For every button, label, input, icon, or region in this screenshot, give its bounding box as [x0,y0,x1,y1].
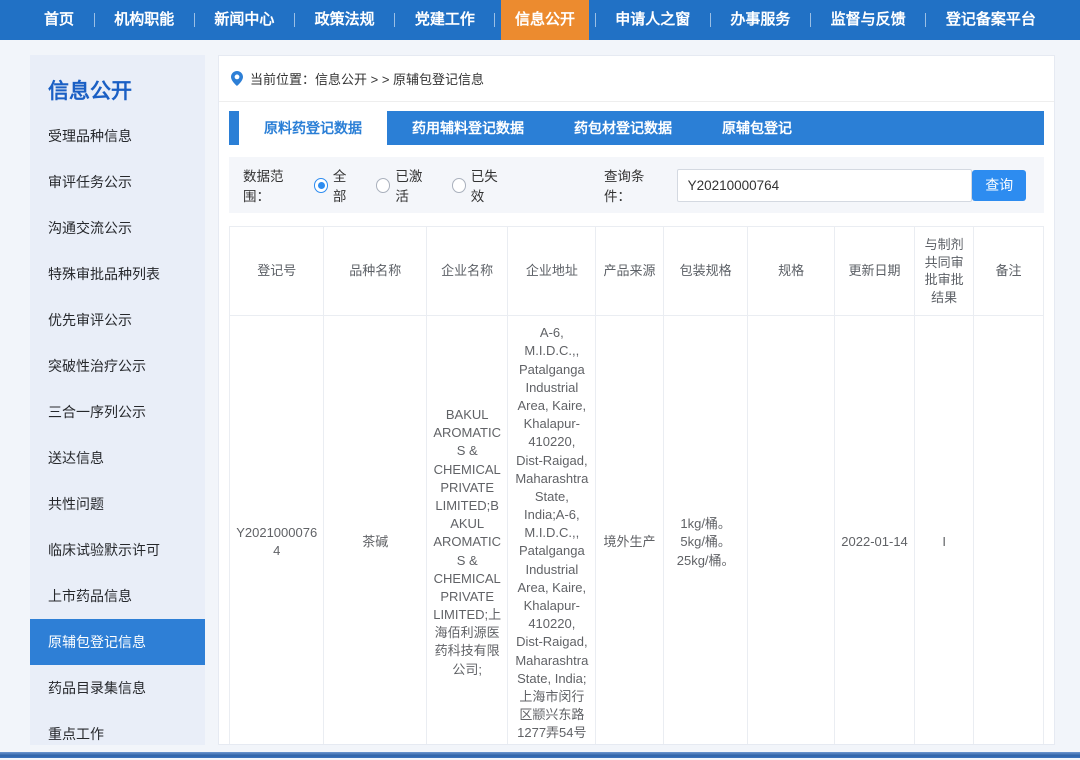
col-header-update-date: 更新日期 [834,227,915,316]
nav-item-services[interactable]: 办事服务 [716,0,804,40]
sidebar-item-breakthrough-therapy[interactable]: 突破性治疗公示 [30,343,205,389]
sidebar-item-communication[interactable]: 沟通交流公示 [30,205,205,251]
location-pin-icon [231,71,243,86]
sidebar-item-clinical-trial-license[interactable]: 临床试验默示许可 [30,527,205,573]
nav-item-functions[interactable]: 机构职能 [100,0,188,40]
nav-separator [94,13,95,27]
col-header-remarks: 备注 [973,227,1043,316]
nav-item-policy[interactable]: 政策法规 [301,0,389,40]
nav-item-party[interactable]: 党建工作 [401,0,489,40]
nav-item-home[interactable]: 首页 [30,0,88,40]
nav-separator [595,13,596,27]
nav-separator [294,13,295,27]
cell-registration-no: Y20210000764 [230,316,324,745]
radio-label-activated: 已激活 [395,165,433,205]
tab-bar: 原料药登记数据 药用辅料登记数据 药包材登记数据 原辅包登记 [229,111,1044,145]
nav-separator [925,13,926,27]
tab-api-registration-data[interactable]: 原料药登记数据 [239,111,387,145]
cell-company-name: BAKUL AROMATICS & CHEMICAL PRIVATE LIMIT… [426,316,507,745]
sidebar-item-accepted-varieties[interactable]: 受理品种信息 [30,113,205,159]
radio-option-expired[interactable]: 已失效 [452,165,509,205]
query-input[interactable] [677,169,973,202]
radio-label-expired: 已失效 [471,165,509,205]
registration-table: 登记号 品种名称 企业名称 企业地址 产品来源 包装规格 规格 更新日期 与制剂… [229,226,1044,745]
nav-separator [194,13,195,27]
sidebar-title: 信息公开 [30,55,205,113]
col-header-product-origin: 产品来源 [596,227,664,316]
nav-item-registration-platform[interactable]: 登记备案平台 [932,0,1050,40]
col-header-variety-name: 品种名称 [324,227,427,316]
col-header-registration-no: 登记号 [230,227,324,316]
sidebar-item-three-in-one[interactable]: 三合一序列公示 [30,389,205,435]
sidebar-item-key-work[interactable]: 重点工作 [30,711,205,757]
tab-apiexcipient-registration[interactable]: 原辅包登记 [697,111,817,145]
sidebar-item-priority-review[interactable]: 优先审评公示 [30,297,205,343]
sidebar: 信息公开 受理品种信息 审评任务公示 沟通交流公示 特殊审批品种列表 优先审评公… [30,55,205,745]
table-row: Y20210000764 茶碱 BAKUL AROMATICS & CHEMIC… [230,316,1044,745]
query-condition-label: 查询条件： [604,165,669,205]
sidebar-item-marketed-drugs[interactable]: 上市药品信息 [30,573,205,619]
cell-packaging-spec: 1kg/桶。5kg/桶。25kg/桶。 [663,316,748,745]
radio-label-all: 全部 [333,165,358,205]
tab-excipient-registration-data[interactable]: 药用辅料登记数据 [387,111,549,145]
cell-spec [748,316,834,745]
col-header-company-address: 企业地址 [508,227,596,316]
sidebar-item-drug-catalog[interactable]: 药品目录集信息 [30,665,205,711]
radio-icon-activated[interactable] [376,178,390,193]
nav-separator [810,13,811,27]
radio-icon-all[interactable] [314,178,328,193]
col-header-joint-review-result: 与制剂共同审批审批结果 [915,227,974,316]
main-panel: 当前位置：信息公开 > > 原辅包登记信息 原料药登记数据 药用辅料登记数据 药… [218,55,1055,745]
sidebar-item-common-issues[interactable]: 共性问题 [30,481,205,527]
nav-separator [710,13,711,27]
nav-item-news[interactable]: 新闻中心 [200,0,288,40]
sidebar-item-special-approval[interactable]: 特殊审批品种列表 [30,251,205,297]
sidebar-item-review-tasks[interactable]: 审评任务公示 [30,159,205,205]
sidebar-item-apiexcipient-registration[interactable]: 原辅包登记信息 [30,619,205,665]
scope-label: 数据范围： [243,165,308,205]
breadcrumb-text: 当前位置：信息公开 > > 原辅包登记信息 [250,69,484,88]
tab-packaging-registration-data[interactable]: 药包材登记数据 [549,111,697,145]
cell-remarks [973,316,1043,745]
filter-row: 数据范围： 全部 已激活 已失效 查询条件： 查询 [229,157,1044,213]
cell-product-origin: 境外生产 [596,316,664,745]
nav-item-applicant-window[interactable]: 申请人之窗 [601,0,704,40]
table-header-row: 登记号 品种名称 企业名称 企业地址 产品来源 包装规格 规格 更新日期 与制剂… [230,227,1044,316]
nav-item-info-disclosure[interactable]: 信息公开 [501,0,589,40]
footer-bar [0,752,1080,758]
search-button[interactable]: 查询 [972,170,1026,201]
top-nav: 首页 机构职能 新闻中心 政策法规 党建工作 信息公开 申请人之窗 办事服务 监… [0,0,1080,40]
nav-item-supervision[interactable]: 监督与反馈 [817,0,920,40]
scope-radio-group: 全部 已激活 已失效 [314,165,509,205]
cell-company-address: A-6, M.I.D.C.,, Patalganga Industrial Ar… [508,316,596,745]
cell-update-date: 2022-01-14 [834,316,915,745]
breadcrumb: 当前位置：信息公开 > > 原辅包登记信息 [219,56,1054,102]
radio-option-all[interactable]: 全部 [314,165,359,205]
cell-variety-name: 茶碱 [324,316,427,745]
sidebar-item-delivery-info[interactable]: 送达信息 [30,435,205,481]
col-header-spec: 规格 [748,227,834,316]
col-header-company-name: 企业名称 [426,227,507,316]
radio-icon-expired[interactable] [452,178,466,193]
nav-separator [394,13,395,27]
radio-option-activated[interactable]: 已激活 [376,165,433,205]
col-header-packaging-spec: 包装规格 [663,227,748,316]
cell-joint-review-result: I [915,316,974,745]
nav-separator [494,13,495,27]
